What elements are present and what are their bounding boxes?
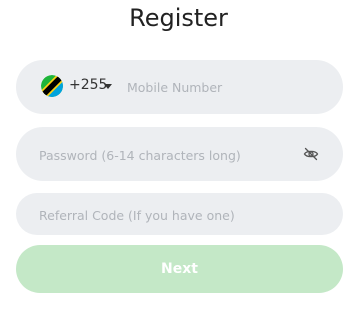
password-input[interactable] [39,146,289,164]
register-page: Register +255 Mobile Number Referral Cod… [0,0,357,309]
mobile-number-input[interactable] [127,78,327,96]
eye-off-icon[interactable] [303,146,319,162]
referral-code-input[interactable] [39,206,319,224]
caret-down-icon[interactable] [104,84,112,89]
tanzania-flag-icon[interactable] [41,75,63,97]
password-field [16,127,343,181]
page-title: Register [129,4,228,32]
next-button[interactable]: Next [16,245,343,293]
phone-field: +255 [16,60,343,114]
referral-field [16,193,343,235]
country-code[interactable]: +255 [69,77,107,93]
